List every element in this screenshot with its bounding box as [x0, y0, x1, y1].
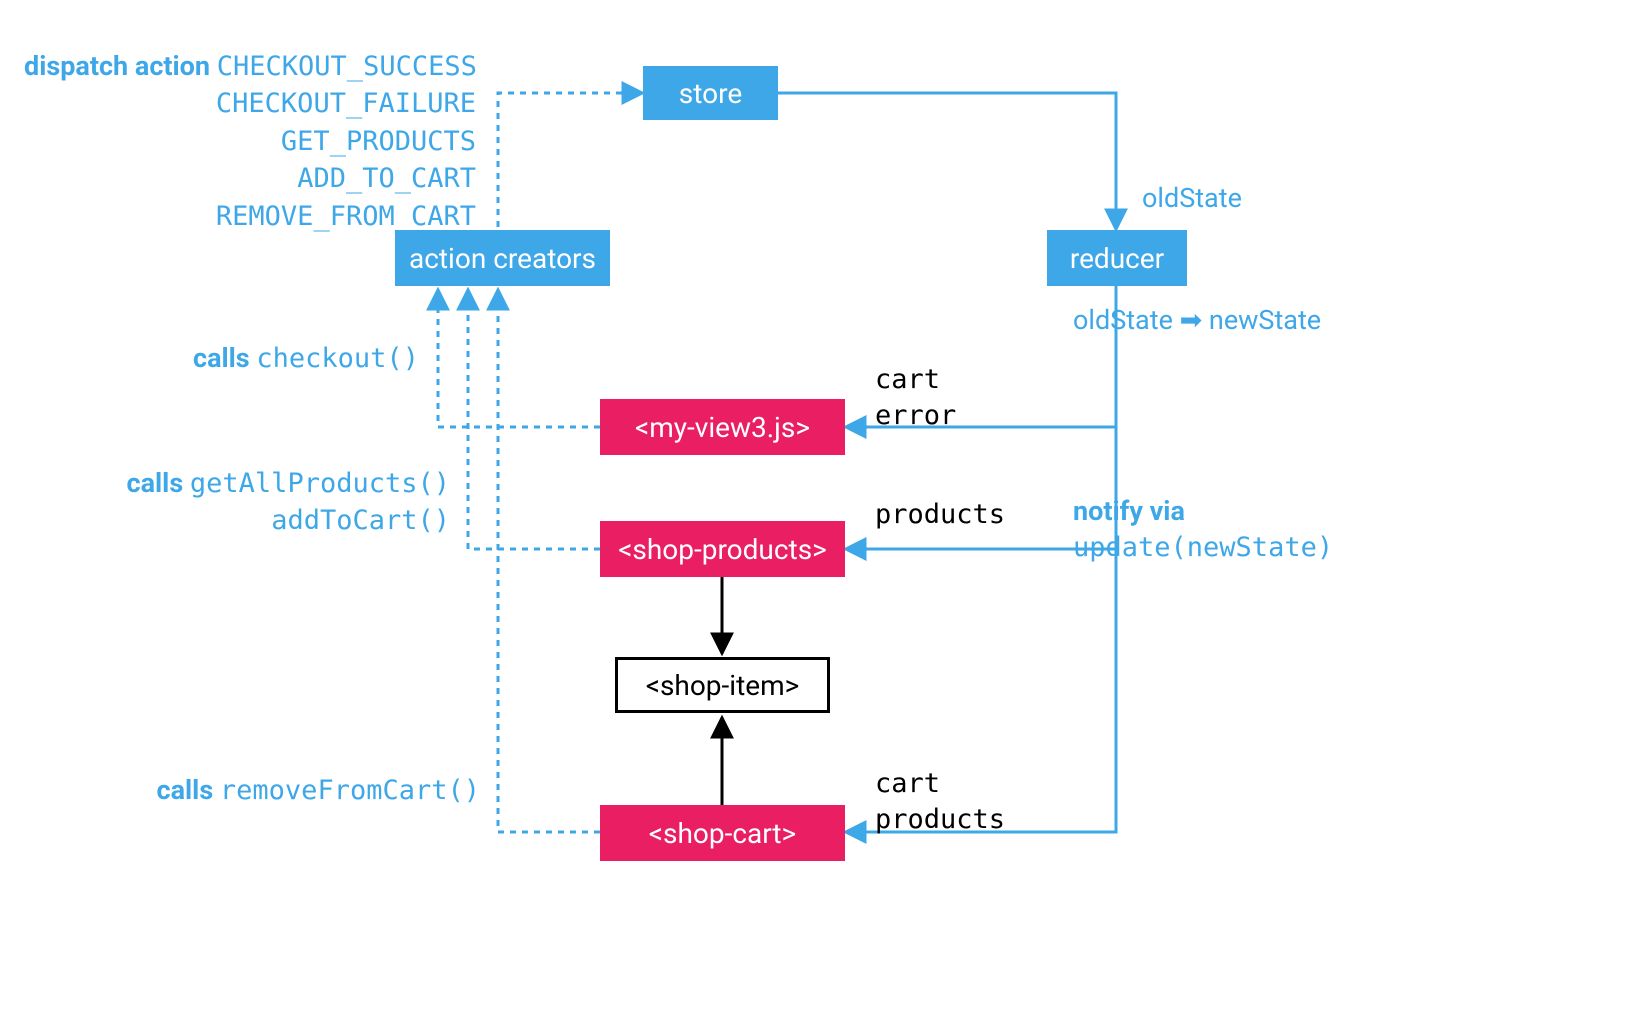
label-state-transition-text: oldState ➡ newState — [1073, 304, 1321, 336]
props-shop-cart-0: cart — [875, 768, 940, 799]
dispatch-title: dispatch action — [24, 50, 210, 82]
dispatch-action-4: REMOVE_FROM_CART — [216, 201, 476, 232]
node-reducer: reducer — [1047, 230, 1187, 286]
node-my-view3: <my-view3.js> — [600, 399, 845, 455]
calls-checkout-fn: checkout() — [256, 343, 419, 374]
dispatch-action-1: CHECKOUT_FAILURE — [216, 88, 476, 119]
node-action-creators: action creators — [395, 230, 610, 286]
node-shop-item-label: <shop-item> — [646, 669, 800, 702]
props-shop-cart-1: products — [875, 804, 1005, 835]
props-shop-products: products — [875, 497, 1005, 533]
node-store-label: store — [679, 77, 742, 110]
node-shop-item: <shop-item> — [615, 657, 830, 713]
calls-add: addToCart() — [271, 505, 450, 536]
node-store: store — [643, 66, 778, 120]
calls-remove-fn: removeFromCart() — [220, 775, 480, 806]
node-my-view3-label: <my-view3.js> — [635, 411, 810, 444]
node-shop-products: <shop-products> — [600, 521, 845, 577]
calls-products: calls getAllProducts() addToCart() — [90, 465, 450, 540]
label-old-state-text: oldState — [1142, 182, 1242, 214]
props-shop-products-0: products — [875, 499, 1005, 530]
node-action-creators-label: action creators — [409, 242, 596, 275]
calls-checkout: calls checkout() — [193, 340, 418, 377]
label-state-transition: oldState ➡ newState — [1073, 302, 1321, 338]
label-old-state: oldState — [1142, 180, 1242, 216]
dispatch-action-0: CHECKOUT_SUCCESS — [217, 51, 477, 82]
node-shop-cart: <shop-cart> — [600, 805, 845, 861]
calls-products-title: calls — [127, 467, 184, 499]
dispatch-action-3: ADD_TO_CART — [297, 163, 476, 194]
calls-checkout-title: calls — [193, 342, 250, 374]
node-shop-cart-label: <shop-cart> — [649, 817, 796, 850]
props-shop-cart: cart products — [875, 766, 1005, 839]
props-my-view3-0: cart — [875, 364, 940, 395]
props-my-view3: cart error — [875, 362, 956, 435]
node-reducer-label: reducer — [1070, 242, 1164, 275]
label-notify: notify via update(newState) — [1073, 493, 1333, 567]
label-notify-title: notify via — [1073, 495, 1185, 527]
calls-remove-title: calls — [157, 774, 214, 806]
calls-get-all: getAllProducts() — [190, 468, 450, 499]
dispatch-action-2: GET_PRODUCTS — [281, 126, 476, 157]
dispatch-label: dispatch action CHECKOUT_SUCCESS CHECKOU… — [24, 48, 476, 235]
label-notify-code: update(newState) — [1073, 532, 1333, 563]
node-shop-products-label: <shop-products> — [618, 533, 827, 566]
props-my-view3-1: error — [875, 400, 956, 431]
calls-remove: calls removeFromCart() — [130, 772, 480, 809]
